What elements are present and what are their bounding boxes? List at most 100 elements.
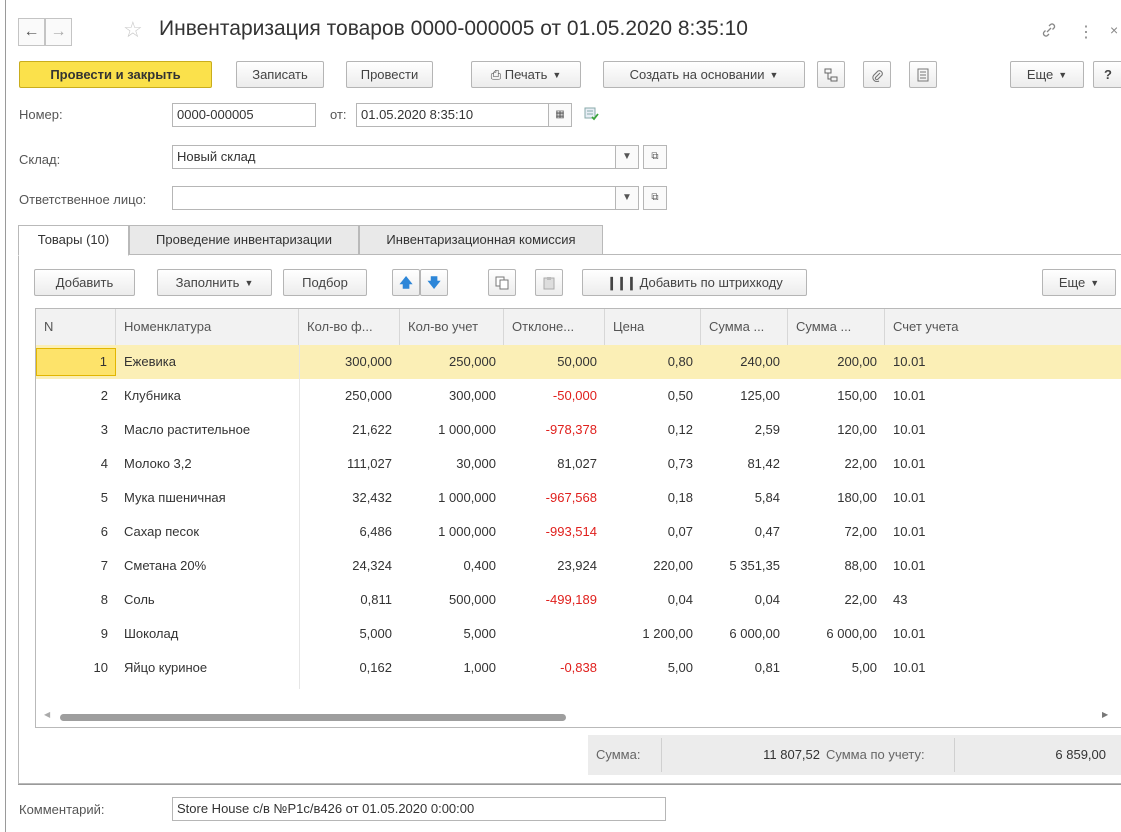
scrollbar-thumb[interactable] (60, 714, 566, 721)
date-field[interactable]: 01.05.2020 8:35:10 (356, 103, 549, 127)
open-icon[interactable]: ⧉ (643, 145, 667, 169)
item-name: Сметана 20% (124, 558, 207, 573)
more-label: Еще (1026, 67, 1054, 82)
help-button[interactable]: ? (1093, 61, 1121, 88)
close-icon[interactable]: × (1110, 22, 1118, 38)
move-up-button[interactable]: 🡅 (392, 269, 420, 296)
price: 0,73 (667, 456, 693, 471)
add-row-button[interactable]: Добавить (34, 269, 135, 296)
price: 0,12 (667, 422, 693, 437)
qty-fact: 21,622 (352, 422, 392, 437)
divider (954, 738, 955, 772)
table-row[interactable]: 10 Яйцо куриное 0,162 1,000 -0,838 5,00 … (36, 651, 1121, 685)
scroll-right-icon[interactable]: ▶ (1102, 710, 1108, 719)
kebab-menu-icon[interactable]: ⋮ (1078, 22, 1094, 42)
tab-goods[interactable]: Товары (10) (18, 225, 129, 256)
scroll-left-icon[interactable]: ◀ (44, 710, 50, 719)
column-header[interactable]: N (36, 309, 116, 345)
sum-fact: 81,42 (747, 456, 780, 471)
column-header[interactable]: Цена (605, 309, 701, 345)
qty-account: 1 000,000 (438, 422, 496, 437)
create-based-on-button[interactable]: Создать на основании ▼ (603, 61, 805, 88)
table-row[interactable]: 2 Клубника 250,000 300,000 -50,000 0,50 … (36, 379, 1121, 413)
print-label: Печать (504, 67, 548, 82)
row-number: 8 (100, 592, 108, 607)
table-row[interactable]: 6 Сахар песок 6,486 1 000,000 -993,514 0… (36, 515, 1121, 549)
table-row[interactable]: 3 Масло растительное 21,622 1 000,000 -9… (36, 413, 1121, 447)
horizontal-scrollbar[interactable]: ◀ ▶ (36, 707, 1121, 727)
dropdown-arrow-icon[interactable]: ▼ (615, 145, 639, 169)
table-row[interactable]: 5 Мука пшеничная 32,432 1 000,000 -967,5… (36, 481, 1121, 515)
item-name: Масло растительное (124, 422, 251, 437)
qty-account: 1 000,000 (438, 490, 496, 505)
column-header[interactable]: Отклоне... (504, 309, 605, 345)
dropdown-arrow-icon[interactable]: ▼ (615, 186, 639, 210)
report-icon[interactable] (909, 61, 937, 88)
column-header[interactable]: Кол-во ф... (299, 309, 400, 345)
column-header[interactable]: Сумма ... (788, 309, 885, 345)
save-button[interactable]: Записать (236, 61, 324, 88)
tab-inventory-commission[interactable]: Инвентаризационная комиссия (359, 225, 603, 255)
account: 10.01 (893, 388, 926, 403)
check-document-icon[interactable] (583, 106, 601, 125)
forward-button[interactable]: → (45, 18, 72, 46)
arrow-up-icon: 🡅 (399, 275, 413, 290)
column-header[interactable]: Счет учета (885, 309, 1121, 345)
number-field[interactable]: 0000-000005 (172, 103, 316, 127)
price: 5,00 (667, 660, 693, 675)
table-row[interactable]: 4 Молоко 3,2 111,027 30,000 81,027 0,73 … (36, 447, 1121, 481)
table-row[interactable]: 9 Шоколад 5,000 5,000 1 200,00 6 000,00 … (36, 617, 1121, 651)
totals-bar: Сумма: 11 807,52 Сумма по учету: 6 859,0… (588, 735, 1121, 775)
table-row[interactable]: 8 Соль 0,811 500,000 -499,189 0,04 0,04 … (36, 583, 1121, 617)
deviation: -0,838 (560, 660, 597, 675)
fill-button[interactable]: Заполнить ▼ (157, 269, 272, 296)
table-row[interactable]: 7 Сметана 20% 24,324 0,400 23,924 220,00… (36, 549, 1121, 583)
deviation: 23,924 (557, 558, 597, 573)
add-by-barcode-button[interactable]: ❙❙❙ Добавить по штрихкоду (582, 269, 807, 296)
goods-table[interactable]: N Номенклатура Кол-во ф... Кол-во учет О… (35, 308, 1121, 728)
post-button[interactable]: Провести (346, 61, 433, 88)
open-icon[interactable]: ⧉ (643, 186, 667, 210)
table-more-button[interactable]: Еще ▼ (1042, 269, 1116, 296)
comment-label: Комментарий: (19, 802, 105, 817)
column-header[interactable]: Сумма ... (701, 309, 788, 345)
tab-inventory-procedure[interactable]: Проведение инвентаризации (129, 225, 359, 255)
number-label: Номер: (19, 107, 63, 122)
deviation: -978,378 (545, 422, 597, 437)
comment-field[interactable]: Store House с/в №P1c/в426 от 01.05.2020 … (172, 797, 666, 821)
sum-fact: 5 351,35 (729, 558, 780, 573)
paperclip-icon[interactable] (863, 61, 891, 88)
barcode-icon: ❙❙❙ (606, 275, 637, 290)
star-icon[interactable]: ☆ (123, 17, 143, 43)
row-number: 7 (100, 558, 108, 573)
back-button[interactable]: ← (18, 18, 45, 46)
pick-button[interactable]: Подбор (283, 269, 367, 296)
chevron-down-icon: ▼ (552, 70, 562, 80)
column-header[interactable]: Номенклатура (116, 309, 299, 345)
table-row[interactable]: 1 Ежевика 300,000 250,000 50,000 0,80 24… (36, 345, 1121, 379)
paste-icon[interactable] (535, 269, 563, 296)
more-button[interactable]: Еще ▼ (1010, 61, 1084, 88)
item-name: Клубника (124, 388, 181, 403)
qty-account: 1,000 (463, 660, 496, 675)
column-header[interactable]: Кол-во учет (400, 309, 504, 345)
post-and-close-button[interactable]: Провести и закрыть (19, 61, 212, 88)
row-number: 1 (36, 348, 116, 376)
price: 0,80 (667, 354, 693, 369)
qty-account: 1 000,000 (438, 524, 496, 539)
link-icon[interactable] (1041, 22, 1057, 43)
responsible-field[interactable] (172, 186, 616, 210)
account: 10.01 (893, 456, 926, 471)
deviation: 81,027 (557, 456, 597, 471)
deviation: -50,000 (552, 388, 597, 403)
sum-account: 120,00 (837, 422, 877, 437)
calendar-icon[interactable]: ▦ (548, 103, 572, 127)
structure-icon[interactable] (817, 61, 845, 88)
deviation (504, 617, 605, 651)
move-down-button[interactable]: 🡇 (420, 269, 448, 296)
copy-icon[interactable] (488, 269, 516, 296)
price: 0,04 (667, 592, 693, 607)
deviation: 50,000 (557, 354, 597, 369)
print-button[interactable]: ⎙ Печать ▼ (471, 61, 581, 88)
warehouse-field[interactable]: Новый склад (172, 145, 616, 169)
